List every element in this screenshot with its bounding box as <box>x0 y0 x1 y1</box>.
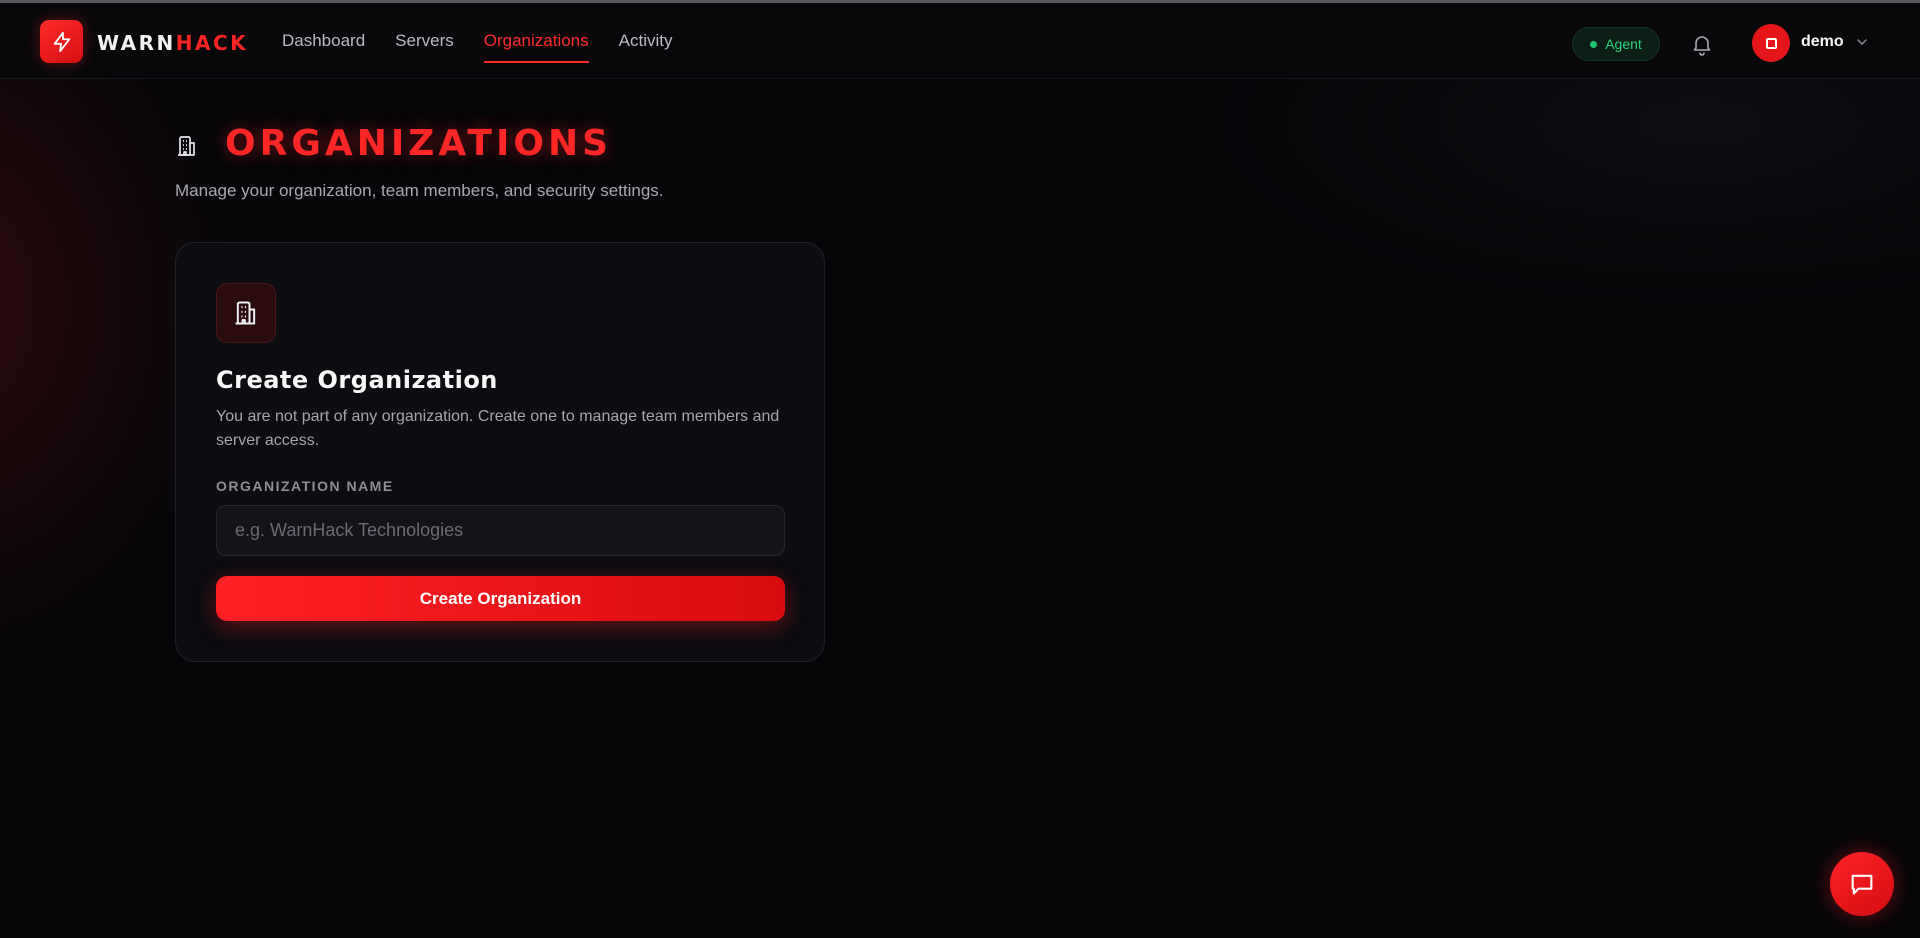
brand-name[interactable]: WARNHACK <box>97 31 248 55</box>
chevron-down-icon[interactable] <box>1856 38 1868 46</box>
card-title: Create Organization <box>216 366 498 394</box>
create-organization-button[interactable]: Create Organization <box>216 576 785 621</box>
card-description: You are not part of any organization. Cr… <box>216 408 780 449</box>
organization-name-input[interactable] <box>216 505 785 556</box>
page-title: ORGANIZATIONS <box>225 123 613 164</box>
bell-icon[interactable] <box>1690 31 1714 57</box>
building-icon <box>178 136 195 156</box>
nav-servers[interactable]: Servers <box>395 31 454 63</box>
status-dot <box>1590 40 1598 48</box>
lightning-bolt-icon <box>53 31 70 52</box>
chat-bubble-icon <box>1851 874 1873 895</box>
logo[interactable] <box>40 20 83 63</box>
top-navigation-bar: WARNHACK Dashboard Servers Organizations… <box>0 3 1920 79</box>
avatar[interactable] <box>1752 24 1790 62</box>
chat-button[interactable] <box>1830 852 1894 916</box>
nav-dashboard[interactable]: Dashboard <box>282 31 365 63</box>
agent-label: Agent <box>1605 36 1642 52</box>
page-subtitle: Manage your organization, team members, … <box>175 181 664 200</box>
avatar-square-icon <box>1765 37 1777 49</box>
agent-status-badge[interactable]: Agent <box>1572 27 1660 61</box>
username[interactable]: demo <box>1801 33 1844 51</box>
card-icon-box <box>216 283 276 343</box>
building-icon <box>235 301 256 325</box>
organization-name-label: ORGANIZATION NAME <box>216 478 394 494</box>
nav-organizations[interactable]: Organizations <box>483 31 589 63</box>
create-organization-card: Create Organization You are not part of … <box>175 242 825 662</box>
nav-activity[interactable]: Activity <box>619 31 673 63</box>
main-nav: Dashboard Servers Organizations Activity <box>282 31 672 63</box>
